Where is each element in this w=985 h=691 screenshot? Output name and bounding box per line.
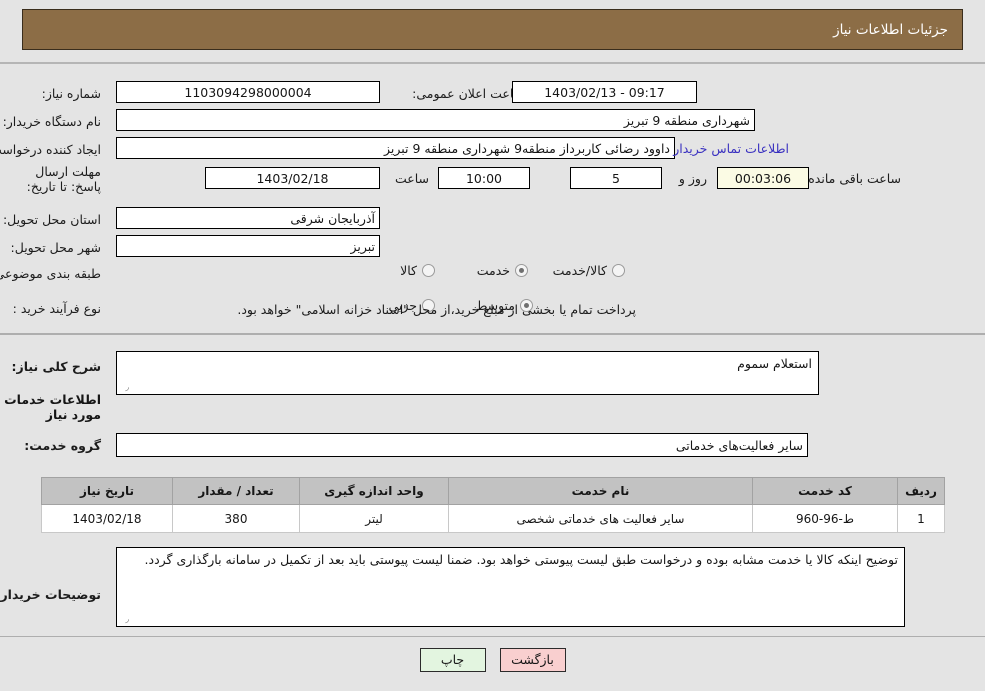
service-group-value: سایر فعالیت‌های خدماتی bbox=[116, 433, 808, 457]
print-button[interactable]: چاپ bbox=[419, 648, 486, 672]
cell-qty: 380 bbox=[172, 504, 300, 533]
category-option-goods-label: کالا bbox=[400, 263, 417, 278]
col-need-date: تاریخ نیاز bbox=[41, 477, 173, 505]
resize-grip-icon[interactable]: ◞ bbox=[119, 615, 129, 625]
cell-row: 1 bbox=[897, 504, 945, 533]
col-row: ردیف bbox=[897, 477, 945, 505]
col-code: کد خدمت bbox=[752, 477, 898, 505]
announce-datetime-value: 1403/02/13 - 09:17 bbox=[512, 81, 697, 103]
need-summary-value: استعلام سموم bbox=[737, 356, 812, 371]
table-row: 1 ط-96-960 سایر فعالیت های خدماتی شخصی ل… bbox=[41, 504, 945, 533]
request-creator-value: داوود رضائی کاربرداز منطقه9 شهرداری منطق… bbox=[116, 137, 675, 159]
page-header: جزئیات اطلاعات نیاز bbox=[22, 9, 963, 50]
category-option-goods-service[interactable]: کالا/خدمت bbox=[539, 263, 625, 278]
need-number-label: شماره نیاز: bbox=[41, 86, 101, 101]
services-table: ردیف کد خدمت نام خدمت واحد اندازه گیری ت… bbox=[41, 477, 945, 533]
col-unit: واحد اندازه گیری bbox=[299, 477, 449, 505]
days-unit-label: روز و bbox=[678, 171, 707, 186]
table-header-row: ردیف کد خدمت نام خدمت واحد اندازه گیری ت… bbox=[41, 477, 945, 505]
services-section-heading: اطلاعات خدمات مورد نیاز bbox=[4, 392, 101, 422]
category-option-goods[interactable]: کالا bbox=[386, 263, 435, 278]
delivery-province-value: آذربایجان شرقی bbox=[116, 207, 380, 229]
category-option-goods-service-label: کالا/خدمت bbox=[552, 263, 607, 278]
radio-goods[interactable] bbox=[422, 264, 435, 277]
buyer-notes-value: توضیح اینکه کالا یا خدمت مشابه بوده و در… bbox=[144, 552, 898, 567]
resize-grip-icon[interactable]: ◞ bbox=[119, 383, 129, 393]
need-summary-label: شرح کلی نیاز: bbox=[11, 359, 101, 374]
subject-category-label: طبقه بندی موضوعی: bbox=[0, 266, 101, 281]
response-deadline-label: مهلت ارسال پاسخ: تا تاریخ: bbox=[26, 164, 101, 194]
service-group-label: گروه خدمت: bbox=[24, 438, 101, 453]
delivery-city-value: تبریز bbox=[116, 235, 380, 257]
cell-unit: لیتر bbox=[299, 504, 449, 533]
col-qty: تعداد / مقدار bbox=[172, 477, 300, 505]
deadline-date-value: 1403/02/18 bbox=[205, 167, 380, 189]
page-title: جزئیات اطلاعات نیاز bbox=[833, 21, 948, 38]
buyer-notes-textarea[interactable]: توضیح اینکه کالا یا خدمت مشابه بوده و در… bbox=[116, 547, 905, 627]
radio-service[interactable] bbox=[515, 264, 528, 277]
cell-name: سایر فعالیت های خدماتی شخصی bbox=[448, 504, 753, 533]
buyer-notes-label: توضیحات خریدار: bbox=[0, 587, 101, 602]
buyer-org-label: نام دستگاه خریدار: bbox=[2, 114, 101, 129]
col-name: نام خدمت bbox=[448, 477, 753, 505]
purchase-process-label: نوع فرآیند خرید : bbox=[12, 301, 101, 316]
delivery-province-label: استان محل تحویل: bbox=[2, 212, 101, 227]
category-option-service[interactable]: خدمت bbox=[463, 263, 528, 278]
buyer-org-value: شهرداری منطقه 9 تبریز bbox=[116, 109, 755, 131]
buyer-contact-link[interactable]: اطلاعات تماس خریدار bbox=[673, 140, 789, 158]
radio-goods-service[interactable] bbox=[612, 264, 625, 277]
countdown-suffix-label: ساعت باقی مانده bbox=[808, 171, 901, 186]
remaining-days-value: 5 bbox=[570, 167, 662, 189]
hour-label: ساعت bbox=[394, 171, 429, 186]
request-creator-label: ایجاد کننده درخواست: bbox=[0, 142, 101, 157]
payment-source-note: پرداخت تمام یا بخشی از مبلغ خرید،از محل … bbox=[237, 302, 636, 317]
countdown-timer-value: 00:03:06 bbox=[717, 167, 809, 189]
back-button[interactable]: بازگشت bbox=[499, 648, 566, 672]
cell-code: ط-96-960 bbox=[752, 504, 898, 533]
need-details-page: AriaTender.net جزئیات اطلاعات نیاز شماره… bbox=[0, 0, 985, 691]
need-summary-textarea[interactable]: استعلام سموم ◞ bbox=[116, 351, 819, 395]
delivery-city-label: شهر محل تحویل: bbox=[10, 240, 101, 255]
action-button-bar: بازگشت چاپ bbox=[0, 648, 985, 672]
deadline-hour-value: 10:00 bbox=[438, 167, 530, 189]
cell-need-date: 1403/02/18 bbox=[41, 504, 173, 533]
need-number-value: 1103094298000004 bbox=[116, 81, 380, 103]
category-option-service-label: خدمت bbox=[476, 263, 510, 278]
